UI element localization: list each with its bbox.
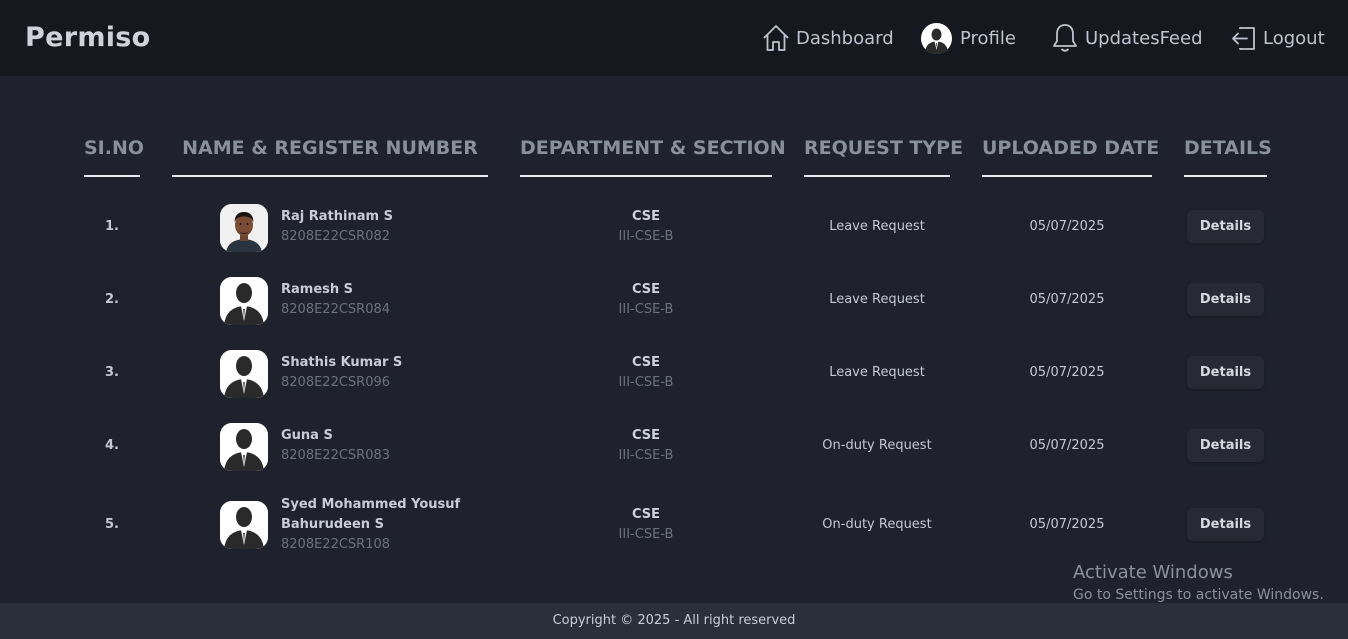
header-name-register: NAME & REGISTER NUMBER (172, 137, 488, 177)
name-register-cell: Ramesh S 8208E22CSR084 (281, 280, 481, 320)
student-photo (220, 204, 268, 252)
details-button[interactable]: Details (1187, 283, 1264, 316)
user-silhouette-icon (220, 277, 268, 325)
student-name: Ramesh S (281, 282, 354, 297)
table-row: 4. Guna S 8208E22CSR083 CSE III-CSE-B On… (0, 416, 1348, 476)
department-section-cell: CSE III-CSE-B (546, 426, 746, 466)
nav-updates-label: UpdatesFeed (1085, 27, 1203, 49)
department: CSE (631, 355, 661, 370)
section: III-CSE-B (618, 448, 674, 463)
department-section-cell: CSE III-CSE-B (546, 505, 746, 545)
home-icon (761, 23, 791, 53)
uploaded-date: 05/07/2025 (1029, 219, 1105, 234)
bell-icon (1051, 22, 1079, 54)
uploaded-date: 05/07/2025 (1029, 365, 1105, 380)
row-number: 5. (105, 517, 119, 532)
name-register-cell: Guna S 8208E22CSR083 (281, 426, 481, 466)
brand-logo[interactable]: Permiso (25, 22, 151, 53)
department: CSE (631, 209, 661, 224)
table-row: 2. Ramesh S 8208E22CSR084 CSE III-CSE-B … (0, 270, 1348, 330)
table-row: 1. Raj Rathinam S 8208E22CSR082 CSE III-… (0, 197, 1348, 257)
name-register-cell: Raj Rathinam S 8208E22CSR082 (281, 207, 481, 247)
header-si-no: SI.NO (84, 137, 144, 177)
copyright-text: Copyright © 2025 - All right reserved (552, 613, 796, 628)
register-number: 8208E22CSR084 (281, 302, 391, 317)
register-number: 8208E22CSR082 (281, 229, 391, 244)
student-name: Syed Mohammed Yousuf Bahurudeen S (281, 497, 461, 532)
student-name: Guna S (281, 428, 333, 443)
row-number: 2. (105, 292, 119, 307)
name-register-cell: Shathis Kumar S 8208E22CSR096 (281, 353, 481, 393)
row-number: 4. (105, 438, 119, 453)
section: III-CSE-B (618, 375, 674, 390)
footer: Copyright © 2025 - All right reserved (0, 603, 1348, 639)
header-details: DETAILS (1184, 137, 1272, 177)
department-section-cell: CSE III-CSE-B (546, 207, 746, 247)
section: III-CSE-B (618, 229, 674, 244)
nav-dashboard-link[interactable]: Dashboard (761, 22, 894, 54)
logout-icon (1230, 25, 1257, 52)
nav-updates-link[interactable]: UpdatesFeed (1051, 22, 1203, 54)
uploaded-date: 05/07/2025 (1029, 517, 1105, 532)
row-number: 3. (105, 365, 119, 380)
user-silhouette-icon (220, 350, 268, 398)
department-section-cell: CSE III-CSE-B (546, 280, 746, 320)
department-section-cell: CSE III-CSE-B (546, 353, 746, 393)
department: CSE (631, 507, 661, 522)
section: III-CSE-B (618, 527, 674, 542)
register-number: 8208E22CSR096 (281, 375, 391, 390)
department: CSE (631, 282, 661, 297)
header-uploaded-date: UPLOADED DATE (982, 137, 1159, 177)
header-request-type: REQUEST TYPE (804, 137, 963, 177)
nav-logout-label: Logout (1263, 27, 1325, 49)
nav-dashboard-label: Dashboard (796, 27, 894, 49)
user-silhouette-icon (220, 501, 268, 549)
table-row: 5. Syed Mohammed Yousuf Bahurudeen S 820… (0, 495, 1348, 557)
register-number: 8208E22CSR108 (281, 537, 391, 552)
request-type: Leave Request (829, 365, 925, 380)
request-type: On-duty Request (822, 517, 932, 532)
user-silhouette-icon (220, 423, 268, 471)
name-register-cell: Syed Mohammed Yousuf Bahurudeen S 8208E2… (281, 495, 461, 555)
profile-avatar-icon (921, 22, 952, 54)
uploaded-date: 05/07/2025 (1029, 438, 1105, 453)
details-button[interactable]: Details (1187, 210, 1264, 243)
row-number: 1. (105, 219, 119, 234)
nav-profile-link[interactable]: Profile (921, 22, 1016, 54)
nav-profile-label: Profile (960, 27, 1016, 49)
activate-windows-title: Activate Windows (1073, 562, 1233, 583)
top-navbar: Permiso Dashboard Profile UpdatesFeed Lo… (0, 0, 1348, 76)
student-name: Raj Rathinam S (281, 209, 393, 224)
header-department-section: DEPARTMENT & SECTION (520, 137, 786, 177)
request-type: Leave Request (829, 292, 925, 307)
uploaded-date: 05/07/2025 (1029, 292, 1105, 307)
department: CSE (631, 428, 661, 443)
details-button[interactable]: Details (1187, 508, 1264, 541)
nav-logout-link[interactable]: Logout (1230, 22, 1325, 54)
details-button[interactable]: Details (1187, 356, 1264, 389)
section: III-CSE-B (618, 302, 674, 317)
student-name: Shathis Kumar S (281, 355, 403, 370)
table-row: 3. Shathis Kumar S 8208E22CSR096 CSE III… (0, 343, 1348, 403)
register-number: 8208E22CSR083 (281, 448, 391, 463)
activate-windows-subtitle: Go to Settings to activate Windows. (1073, 587, 1324, 603)
request-type: On-duty Request (822, 438, 932, 453)
details-button[interactable]: Details (1187, 429, 1264, 462)
request-type: Leave Request (829, 219, 925, 234)
